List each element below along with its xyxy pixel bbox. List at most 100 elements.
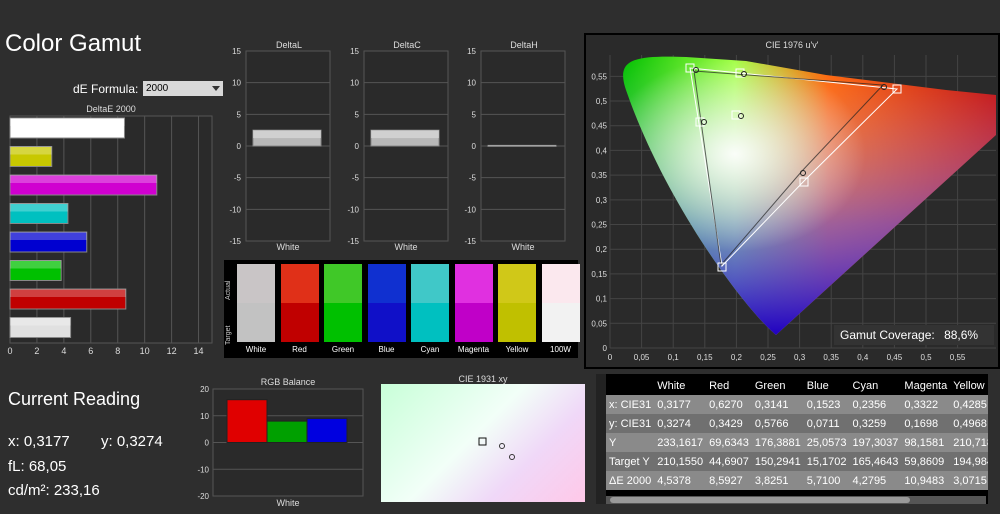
cie1976-ytick: 0,15 (591, 270, 607, 279)
cie1976-xtick: 0,05 (634, 353, 650, 362)
cie1976-xtick: 0,25 (760, 353, 776, 362)
rgb-balance-chart: 20 10 0 -10 -20 White (197, 385, 364, 508)
table-header-cell (606, 376, 654, 395)
swatch-actual (367, 264, 406, 303)
delta-tick-label: -10 (464, 205, 476, 214)
deltae-tick-label: 14 (194, 346, 204, 356)
swatch-actual (324, 264, 362, 303)
cie1976-xtick: 0,15 (697, 353, 713, 362)
deltae-tick-label: 2 (34, 346, 39, 356)
cie1976-xtick: 0,55 (950, 353, 966, 362)
swatch-label: White (245, 345, 267, 354)
delta-tick-label: 10 (232, 79, 241, 88)
table-cell: 5,7100 (806, 474, 841, 487)
rgb-bar-b (306, 417, 348, 443)
de-formula-label: dE Formula: (73, 82, 139, 96)
reference-marker (509, 454, 515, 460)
cie1976-ytick: 0,45 (591, 122, 607, 131)
cie1931-title: CIE 1931 xy (458, 374, 508, 384)
deltae-tick-label: 10 (140, 346, 150, 356)
table-cell: 10,9483 (904, 474, 945, 487)
table-cell: 0,0711 (806, 417, 840, 430)
table-cell: 0,3141 (754, 398, 789, 411)
swatch-green (324, 264, 362, 342)
table-cell: 0,6270 (709, 398, 743, 411)
swatch-target (280, 303, 319, 342)
table-cell: 194,9848 (953, 455, 988, 468)
current-reading-title: Current Reading (8, 389, 141, 409)
delta-tick-label: 10 (467, 79, 476, 88)
de-formula-select[interactable]: 2000 (143, 81, 223, 96)
table-cell: 25,0573 (806, 436, 847, 449)
swatch-actual (280, 264, 319, 303)
table-cell: 0,5766 (754, 417, 789, 430)
swatch-yellow (498, 264, 536, 342)
delta-tick-label: -5 (234, 174, 242, 183)
table-cell: 69,6343 (709, 436, 749, 449)
delta-tick-label: 15 (467, 48, 476, 56)
swatch-target (324, 303, 362, 342)
swatch-100w (541, 264, 580, 342)
swatch-cyan (411, 264, 449, 342)
horizontal-scrollbar[interactable] (606, 496, 986, 504)
delta-tick-label: 10 (350, 79, 359, 88)
swatch-target-label: Target (225, 325, 232, 345)
swatch-blue (367, 264, 406, 342)
table-row-label: Y (609, 436, 617, 449)
table-row-label: x: CIE31 (609, 398, 652, 411)
swatch-red (280, 264, 319, 342)
swatch-white (237, 264, 275, 342)
deltae-chart: 0 2 4 6 8 10 12 14 (7, 115, 213, 356)
reading-y: y: 0,3274 (101, 433, 163, 450)
table-cell: 0,4968 (953, 417, 987, 430)
deltae-tick-label: 8 (115, 346, 120, 356)
cie1976-xtick: 0,3 (794, 353, 806, 362)
swatch-target (498, 303, 536, 342)
swatch-label: Yellow (505, 345, 529, 354)
delta-tick-label: -15 (347, 237, 359, 246)
swatch-actual (454, 264, 493, 303)
delta-chart-xlabel: White (276, 242, 299, 252)
table-row: Target Y 210,1550 44,6907 150,2941 15,1702 16… (606, 452, 988, 471)
table-cell: 0,1523 (806, 398, 841, 411)
table-cell: 233,1617 (657, 436, 704, 449)
delta-tick-label: -15 (229, 237, 241, 246)
delta-tick-label: 5 (472, 110, 477, 119)
table-header-cell: White (657, 379, 686, 392)
delta-tick-label: 0 (237, 142, 242, 151)
rgb-tick-label: -10 (197, 465, 209, 474)
swatch-target (237, 303, 275, 342)
cie1976-ytick: 0 (603, 344, 608, 353)
cie1976-ytick: 0,4 (596, 146, 608, 155)
cie1976-ytick: 0,3 (596, 196, 608, 205)
deltae-tick-label: 6 (88, 346, 93, 356)
swatch-magenta (454, 264, 493, 342)
cie1976-ytick: 0,2 (596, 245, 608, 254)
table-row: ΔE 2000 4,5378 8,5927 3,8251 5,7100 4,2795 10,… (606, 471, 988, 490)
table-header-cell: Red (709, 379, 730, 392)
table-header-cell: Magenta (904, 379, 948, 392)
table-cell: 0,1698 (904, 417, 939, 430)
table-row-label: Target Y (609, 455, 650, 468)
swatch-target (454, 303, 493, 342)
table-cell: 0,3177 (657, 398, 691, 411)
table-cell: 0,3322 (904, 398, 939, 411)
delta-chart-xlabel: White (511, 242, 534, 252)
delta-tick-label: 0 (472, 142, 477, 151)
table-cell: 210,1550 (657, 455, 704, 468)
scrollbar-thumb[interactable] (610, 497, 910, 503)
delta-chart-xlabel: White (394, 242, 417, 252)
deltae-tick-label: 4 (61, 346, 66, 356)
delta-tick-label: -10 (229, 205, 241, 214)
swatch-label: Cyan (420, 345, 440, 354)
swatch-actual-label: Actual (225, 280, 232, 300)
delta-tick-label: 5 (237, 110, 242, 119)
table-cell: 0,4285 (953, 398, 987, 411)
delta-tick-label: 5 (355, 110, 360, 119)
table-row: Y 233,1617 69,6343 176,3881 25,0573 197,3037 9… (606, 433, 988, 452)
delta-chart: 15 10 5 0 -5 -10 -15 White (347, 48, 449, 252)
reading-cd: cd/m²: 233,16 (8, 482, 100, 499)
table-row-label: ΔE 2000 (609, 474, 652, 487)
delta-tick-label: -5 (469, 174, 477, 183)
table-cell: 3,8251 (754, 474, 789, 487)
